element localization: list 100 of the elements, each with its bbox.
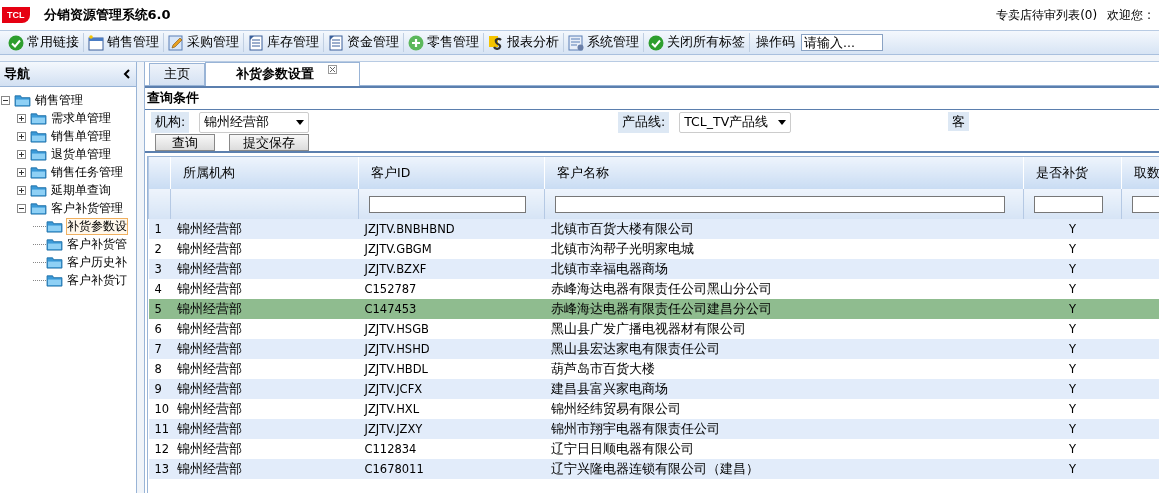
tree-item[interactable]: 销售任务管理 <box>50 163 124 181</box>
table-row[interactable]: 10 锦州经营部 JZJTV.HXL 锦州经纬贸易有限公司 Y <box>148 399 1159 419</box>
table-cell: 黑山县宏达家电有限责任公司 <box>550 340 720 356</box>
expand-icon[interactable] <box>17 185 26 195</box>
query-button[interactable]: 查询 <box>155 134 215 151</box>
field-label: 产品线: <box>618 111 670 133</box>
table-cell: 葫芦岛市百货大楼 <box>550 360 655 376</box>
table-cell: Y <box>1069 262 1076 276</box>
toolbar-button[interactable]: 资金管理 <box>324 33 404 52</box>
code-label: 操作码 <box>755 34 796 51</box>
tree-item[interactable]: 客户补货管 <box>66 235 128 253</box>
table-row[interactable]: 12 锦州经营部 C112834 辽宁日日顺电器有限公司 Y <box>148 439 1159 459</box>
tree-item[interactable]: 退货单管理 <box>50 145 112 163</box>
toolbar-button[interactable]: 常用链接 <box>4 33 84 52</box>
row-number: 10 <box>154 402 170 416</box>
folder-icon <box>14 93 31 107</box>
table-cell: 赤峰海达电器有限责任公司黑山分公司 <box>550 280 772 296</box>
toolbar-button[interactable]: 系统管理 <box>564 33 644 52</box>
tree-item[interactable]: 补货参数设 <box>66 217 128 235</box>
table-cell: 建昌县富兴家电商场 <box>550 380 668 396</box>
table-cell: JZJTV.JZXY <box>364 422 423 436</box>
table-cell: 锦州经营部 <box>176 420 242 436</box>
toolbar-button[interactable]: 销售管理 <box>84 33 164 52</box>
table-cell: Y <box>1069 402 1076 416</box>
tab[interactable]: 补货参数设置 <box>205 62 360 86</box>
header-link[interactable]: 专卖店待审列表(0) <box>996 6 1098 24</box>
toolbar-button[interactable]: 采购管理 <box>164 33 244 52</box>
toolbar-button[interactable]: 关闭所有标签 <box>644 33 750 52</box>
table-cell: JZJTV.HXL <box>364 402 420 416</box>
tree-item[interactable]: 客户补货订 <box>66 271 128 289</box>
header-link[interactable]: 欢迎您 : <box>1107 6 1151 24</box>
settings-icon <box>568 34 584 51</box>
table-row[interactable]: 8 锦州经营部 JZJTV.HBDL 葫芦岛市百货大楼 Y <box>148 359 1159 379</box>
caret-icon <box>778 119 787 125</box>
tree-item[interactable]: 客户补货管理 <box>50 199 124 217</box>
table-cell: C147453 <box>364 302 417 316</box>
folder-icon <box>30 147 47 161</box>
row-number: 11 <box>154 422 170 436</box>
dropdown[interactable]: TCL_TV产品线 <box>679 111 792 133</box>
table-cell: Y <box>1069 242 1076 256</box>
tree-item[interactable]: 客户历史补 <box>66 253 128 271</box>
table-cell: Y <box>1069 322 1076 336</box>
expand-icon[interactable] <box>17 113 26 123</box>
row-number: 6 <box>154 322 162 336</box>
close-icon[interactable] <box>328 65 337 74</box>
filter-field[interactable] <box>1132 195 1159 213</box>
table-cell: 锦州经营部 <box>176 360 242 376</box>
table-cell: Y <box>1069 342 1076 356</box>
app-title: 分销资源管理系统6.0 <box>43 6 171 24</box>
query-button[interactable]: 提交保存 <box>229 134 309 151</box>
table-cell: JZJTV.BZXF <box>364 262 427 276</box>
tree-item[interactable]: 销售管理 <box>34 91 84 109</box>
table-row[interactable]: 4 锦州经营部 C152787 赤峰海达电器有限责任公司黑山分公司 Y <box>148 279 1159 299</box>
code-field[interactable]: 请输入... <box>801 34 883 51</box>
tab[interactable]: 主页 <box>149 63 205 85</box>
check-icon <box>648 34 664 51</box>
expand-icon[interactable] <box>17 149 26 159</box>
document-icon <box>248 34 264 51</box>
row-number: 9 <box>154 382 162 396</box>
tree-item[interactable]: 延期单查询 <box>50 181 112 199</box>
folder-icon <box>46 273 63 287</box>
table-cell: 辽宁兴隆电器连锁有限公司（建昌） <box>550 460 759 476</box>
collapse-icon[interactable] <box>1 95 10 105</box>
check-icon <box>8 34 24 51</box>
dropdown[interactable]: 锦州经营部 <box>199 111 310 133</box>
collapse-icon[interactable] <box>17 203 26 213</box>
expand-icon[interactable] <box>17 131 26 141</box>
table-cell: C112834 <box>364 442 417 456</box>
row-number: 1 <box>154 222 162 236</box>
table-cell: 黑山县广发广播电视器材有限公司 <box>550 320 746 336</box>
table-row[interactable]: 2 锦州经营部 JZJTV.GBGM 北镇市沟帮子光明家电城 Y <box>148 239 1159 259</box>
table-cell: 锦州经营部 <box>176 240 242 256</box>
table-cell: 锦州经营部 <box>176 340 242 356</box>
table-cell: 锦州经营部 <box>176 260 242 276</box>
filter-field[interactable] <box>555 195 1005 213</box>
table-row[interactable]: 9 锦州经营部 JZJTV.JCFX 建昌县富兴家电商场 Y <box>148 379 1159 399</box>
toolbar-button[interactable]: 零售管理 <box>404 33 484 52</box>
toolbar-button[interactable]: 报表分析 <box>484 33 564 52</box>
table-cell: 锦州经营部 <box>176 300 242 316</box>
table-cell: Y <box>1069 222 1076 236</box>
table-row[interactable]: 7 锦州经营部 JZJTV.HSHD 黑山县宏达家电有限责任公司 Y <box>148 339 1159 359</box>
filter-field[interactable] <box>369 195 526 213</box>
row-number: 7 <box>154 342 162 356</box>
expand-icon[interactable] <box>17 167 26 177</box>
table-cell: 锦州经营部 <box>176 320 242 336</box>
section-title: 查询条件 <box>145 86 1159 110</box>
table-cell: Y <box>1069 362 1076 376</box>
collapse-icon[interactable] <box>122 69 132 79</box>
table-cell: JZJTV.HSGB <box>364 322 429 336</box>
tree-item[interactable]: 销售单管理 <box>50 127 112 145</box>
table-cell: 赤峰海达电器有限责任公司建昌分公司 <box>550 300 772 316</box>
toolbar-button[interactable]: 库存管理 <box>244 33 324 52</box>
table-cell: Y <box>1069 422 1076 436</box>
table-row[interactable]: 6 锦州经营部 JZJTV.HSGB 黑山县广发广播电视器材有限公司 Y <box>148 319 1159 339</box>
tree-item[interactable]: 需求单管理 <box>50 109 112 127</box>
filter-field[interactable] <box>1034 195 1103 213</box>
table-row[interactable]: 11 锦州经营部 JZJTV.JZXY 锦州市翔宇电器有限责任公司 Y <box>148 419 1159 439</box>
report-icon <box>488 34 504 51</box>
nav-title: 导航 <box>4 65 30 83</box>
table-row[interactable]: 13 锦州经营部 C1678011 辽宁兴隆电器连锁有限公司（建昌） Y <box>148 459 1159 479</box>
